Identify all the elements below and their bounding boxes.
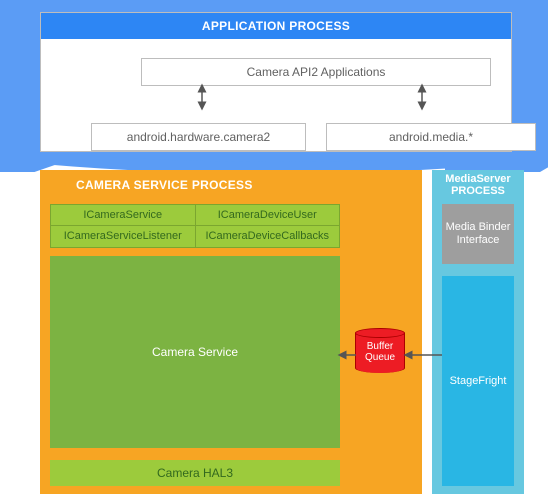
icameraservicelistener-cell: ICameraServiceListener: [50, 226, 196, 248]
icameradeviceuser-cell: ICameraDeviceUser: [196, 204, 341, 226]
application-process-header: APPLICATION PROCESS: [41, 13, 511, 39]
camera-service-process-header: CAMERA SERVICE PROCESS: [40, 170, 422, 200]
icameraservice-cell: ICameraService: [50, 204, 196, 226]
arrow-left-icon: [338, 348, 358, 362]
buffer-queue-line2: Queue: [365, 352, 395, 363]
mediaserver-process-header: MediaServer PROCESS: [432, 170, 524, 200]
icameradevicecallbacks-cell: ICameraDeviceCallbacks: [196, 226, 341, 248]
buffer-queue-line1: Buffer: [367, 341, 394, 352]
application-process-container: APPLICATION PROCESS Camera API2 Applicat…: [40, 12, 512, 152]
camera-api2-applications-box: Camera API2 Applications: [141, 58, 491, 86]
camera-hal3-box: Camera HAL3: [50, 460, 340, 486]
camera-interfaces-grid: ICameraService ICameraDeviceUser ICamera…: [50, 204, 340, 248]
mediaserver-header-line1: MediaServer: [445, 173, 510, 185]
android-hardware-camera2-box: android.hardware.camera2: [91, 123, 306, 151]
media-binder-interface-box: Media Binder Interface: [442, 204, 514, 264]
architecture-diagram: APPLICATION PROCESS Camera API2 Applicat…: [0, 0, 548, 504]
double-arrow-icon: [195, 85, 209, 109]
arrow-left-icon: [404, 348, 444, 362]
android-media-box: android.media.*: [326, 123, 536, 151]
mediaserver-header-line2: PROCESS: [451, 185, 505, 197]
buffer-queue-cylinder: Buffer Queue: [355, 333, 405, 377]
stagefright-box: StageFright: [442, 276, 514, 486]
camera-service-box: Camera Service: [50, 256, 340, 448]
double-arrow-icon: [415, 85, 429, 109]
